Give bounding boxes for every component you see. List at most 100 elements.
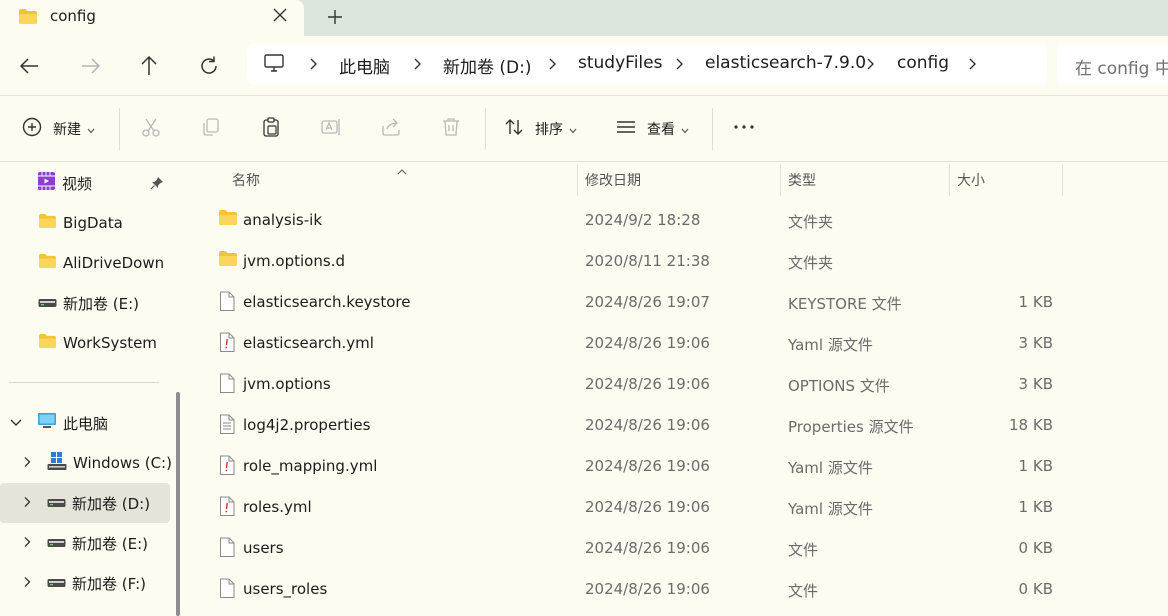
sort-button[interactable]: 排序 [503,117,577,141]
file-date: 2020/8/11 21:38 [585,252,710,270]
folder-icon [38,213,57,233]
sidebar-item-label: 视频 [62,174,93,193]
crumb-elasticsearch[interactable]: elasticsearch-7.9.0 [705,53,866,73]
breadcrumb[interactable]: 此电脑 新加卷 (D:) studyFiles elasticsearch-7.… [247,44,1047,84]
file-row[interactable]: role_mapping.yml 2024/8/26 19:06 Yaml 源文… [190,446,1168,487]
sidebar-item-label: AliDriveDown [63,254,165,272]
new-button[interactable]: 新建 [21,117,95,141]
yaml-file-icon [218,332,236,357]
paste-button[interactable] [260,117,282,141]
chevron-right-icon[interactable] [865,57,875,71]
sidebar-scrollbar[interactable] [176,392,180,616]
computer-icon [37,412,57,434]
file-row[interactable]: users_roles 2024/8/26 19:06 文件 0 KB [190,569,1168,610]
chevron-right-icon[interactable] [412,57,422,71]
file-type: KEYSTORE 文件 [788,295,902,313]
more-options-button[interactable] [733,117,755,141]
cut-button[interactable] [140,117,162,141]
sidebar-item-videos[interactable]: 视频 [0,163,170,203]
chevron-right-icon[interactable] [308,57,318,71]
file-row[interactable]: roles.yml 2024/8/26 19:06 Yaml 源文件 1 KB [190,487,1168,528]
file-date: 2024/8/26 19:06 [585,457,710,475]
sidebar-item-bigdata[interactable]: BigData [0,203,170,243]
file-type: 文件夹 [788,254,834,272]
view-button[interactable]: 查看 [615,117,689,141]
file-row[interactable]: log4j2.properties 2024/8/26 19:06 Proper… [190,405,1168,446]
sidebar-item-drive-d[interactable]: 新加卷 (D:) [0,483,170,523]
forward-arrow-icon[interactable] [76,52,104,80]
view-label: 查看 [647,122,675,138]
computer-icon[interactable] [263,53,285,77]
divider [712,108,713,150]
file-name: elasticsearch.yml [243,334,374,352]
search-placeholder: 在 config 中搜索 [1075,59,1168,79]
file-size: 0 KB [1018,539,1053,557]
sidebar-item-label: BigData [63,214,123,232]
view-list-icon [615,116,637,142]
chevron-right-icon[interactable] [674,57,684,71]
pin-icon[interactable] [150,176,164,194]
file-name: users_roles [243,580,328,598]
column-divider[interactable] [1062,164,1063,196]
file-row[interactable]: jvm.options 2024/8/26 19:06 OPTIONS 文件 3… [190,364,1168,405]
file-name: jvm.options [243,375,331,393]
copy-button[interactable] [200,117,222,141]
chevron-right-icon[interactable] [22,454,32,472]
tab-config[interactable]: config [0,0,304,36]
delete-button[interactable] [440,117,462,141]
file-row[interactable]: analysis-ik 2024/9/2 18:28 文件夹 [190,200,1168,241]
file-icon [218,373,236,398]
refresh-icon[interactable] [195,52,223,80]
sidebar-item-worksystem[interactable]: WorkSystem [0,323,170,363]
file-date: 2024/8/26 19:06 [585,416,710,434]
rename-button[interactable] [320,117,342,141]
divider [119,108,120,150]
crumb-drive-d[interactable]: 新加卷 (D:) [443,53,532,78]
share-button[interactable] [380,117,402,141]
file-row[interactable]: jvm.options.d 2020/8/11 21:38 文件夹 [190,241,1168,282]
chevron-right-icon[interactable] [547,57,557,71]
file-size: 1 KB [1018,457,1053,475]
column-header-type[interactable]: 类型 [780,162,949,198]
close-tab-icon[interactable] [268,3,292,27]
crumb-this-pc[interactable]: 此电脑 [339,53,390,78]
tab-bar: config [0,0,1168,36]
file-date: 2024/9/2 18:28 [585,211,701,229]
sort-ascending-icon [396,162,408,180]
crumb-studyfiles[interactable]: studyFiles [578,53,662,73]
file-row[interactable]: elasticsearch.yml 2024/8/26 19:06 Yaml 源… [190,323,1168,364]
file-size: 1 KB [1018,498,1053,516]
crumb-config[interactable]: config [897,53,949,73]
address-bar: 此电脑 新加卷 (D:) studyFiles elasticsearch-7.… [0,36,1168,96]
new-tab-icon[interactable] [322,4,348,30]
divider [9,382,159,383]
file-row[interactable]: elasticsearch.keystore 2024/8/26 19:07 K… [190,282,1168,323]
sidebar-item-alidrivedown[interactable]: AliDriveDown [0,243,170,283]
chevron-down-icon [681,120,689,138]
file-name: users [243,539,284,557]
file-name: jvm.options.d [243,252,345,270]
chevron-right-icon[interactable] [22,534,32,552]
search-input[interactable]: 在 config 中搜索 [1057,44,1168,84]
chevron-down-icon[interactable] [9,414,23,432]
file-row[interactable]: users 2024/8/26 19:06 文件 0 KB [190,528,1168,569]
clipboard-icon [260,116,282,142]
sidebar-item-drive-f[interactable]: 新加卷 (F:) [0,563,170,603]
back-arrow-icon[interactable] [16,52,44,80]
sidebar-item-label: WorkSystem [63,334,157,352]
column-header-date[interactable]: 修改日期 [577,162,780,198]
file-size: 0 KB [1018,580,1053,598]
chevron-right-icon[interactable] [22,574,32,592]
chevron-right-icon[interactable] [22,494,32,512]
up-arrow-icon[interactable] [135,52,163,80]
sidebar-item-drive-e[interactable]: 新加卷 (E:) [0,523,170,563]
file-date: 2024/8/26 19:06 [585,580,710,598]
column-header-size[interactable]: 大小 [949,162,1062,198]
chevron-right-icon[interactable] [967,57,977,71]
sidebar-item-windows-c[interactable]: Windows (C:) [0,443,172,483]
sidebar-item-drive-e-quick[interactable]: 新加卷 (E:) [0,283,170,323]
drive-icon [47,574,66,592]
sidebar-item-this-pc[interactable]: 此电脑 [0,403,170,443]
video-folder-icon [37,171,56,195]
yaml-file-icon [218,496,236,521]
